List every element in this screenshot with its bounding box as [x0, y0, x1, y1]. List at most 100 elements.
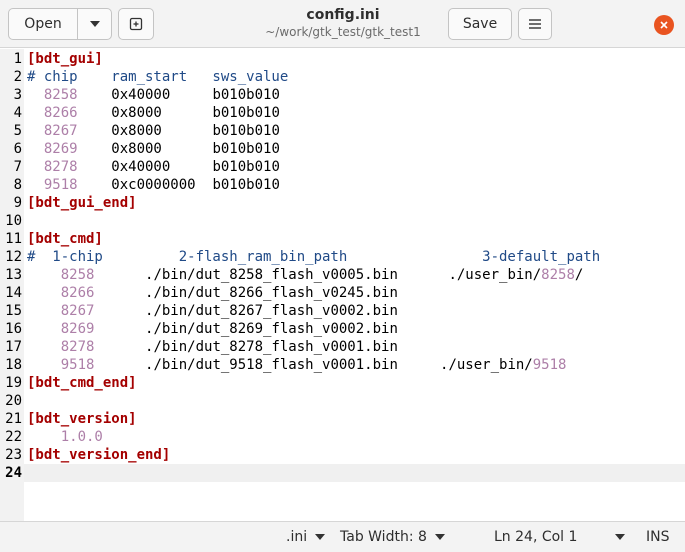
line-number: 20 [5, 393, 22, 409]
line-number: 1 [13, 51, 22, 67]
line-number: 24 [5, 465, 22, 481]
code-line[interactable]: 1.0.0 [27, 428, 103, 446]
code-line[interactable]: [bdt_gui_end] [27, 194, 137, 212]
line-number-gutter: 1 2 3 4 5 6 7 8 9 10 11 12 13 14 15 16 17 18 19 20 21 22 23 24 [0, 49, 24, 521]
code-line[interactable]: 8269 ./bin/dut_8269_flash_v0002.bin [27, 320, 398, 338]
new-tab-icon [129, 17, 143, 31]
code-line[interactable]: 8258 0x40000 b010b010 [27, 86, 280, 104]
line-number: 22 [5, 429, 22, 445]
number-text: 8266 [43, 105, 78, 121]
line-number: 23 [5, 447, 22, 463]
window-title: config.ini [306, 7, 380, 23]
number-text: 1.0.0 [60, 429, 103, 445]
menu-button[interactable] [518, 8, 552, 40]
close-icon [660, 21, 668, 29]
code-line[interactable]: [bdt_version] [27, 410, 137, 428]
new-tab-button[interactable] [118, 8, 154, 40]
code-text: ./bin/dut_8269_flash_v0002.bin [94, 321, 398, 337]
code-line[interactable]: 8269 0x8000 b010b010 [27, 140, 280, 158]
chevron-down-icon [615, 534, 626, 540]
code-line[interactable]: 8267 ./bin/dut_8267_flash_v0002.bin [27, 302, 398, 320]
code-text: ./bin/dut_8278_flash_v0001.bin [94, 339, 398, 355]
open-dropdown-button[interactable] [78, 21, 111, 27]
code-text: ./bin/dut_9518_flash_v0001.bin ./user_bi… [94, 357, 533, 373]
code-line[interactable]: 8266 0x8000 b010b010 [27, 104, 280, 122]
code-text: 0x8000 b010b010 [77, 105, 280, 121]
number-text: 8258 [541, 267, 575, 283]
section-header-text: [bdt_gui_end] [27, 195, 137, 211]
save-button[interactable]: Save [448, 8, 512, 40]
code-line[interactable]: # 1-chip 2-flash_ram_bin_path 3-default_… [27, 248, 600, 266]
code-line[interactable]: 8258 ./bin/dut_8258_flash_v0005.bin ./us… [27, 266, 584, 284]
line-number: 18 [5, 357, 22, 373]
code-line[interactable]: 8278 ./bin/dut_8278_flash_v0001.bin [27, 338, 398, 356]
code-line[interactable]: 9518 ./bin/dut_9518_flash_v0001.bin ./us… [27, 356, 567, 374]
insert-mode-indicator[interactable]: INS [646, 522, 670, 552]
line-number: 17 [5, 339, 22, 355]
code-text: 0xc0000000 b010b010 [77, 177, 280, 193]
header-bar: Open config.ini ~/work/gtk_test/gtk_test… [0, 0, 685, 48]
line-number: 6 [13, 141, 22, 157]
insert-mode-label: INS [646, 529, 670, 545]
status-bar: .ini Tab Width: 8 Ln 24, Col 1 INS [0, 521, 685, 552]
section-header-text: [bdt_cmd_end] [27, 375, 137, 391]
code-line[interactable]: [bdt_cmd_end] [27, 374, 137, 392]
tab-width-selector[interactable]: Tab Width: 8 [340, 522, 445, 552]
line-number: 10 [5, 213, 22, 229]
number-text: 8258 [43, 87, 78, 103]
line-number: 8 [13, 177, 22, 193]
number-text: 9518 [532, 357, 567, 373]
code-line[interactable]: 8266 ./bin/dut_8266_flash_v0245.bin [27, 284, 398, 302]
number-text: 8267 [60, 303, 95, 319]
number-text: 8278 [43, 159, 78, 175]
line-number: 11 [5, 231, 22, 247]
code-line[interactable]: 8267 0x8000 b010b010 [27, 122, 280, 140]
code-text: / [574, 267, 584, 283]
line-number: 14 [5, 285, 22, 301]
code-line[interactable]: [bdt_gui] [27, 50, 103, 68]
line-number: 4 [13, 105, 22, 121]
chevron-down-icon [89, 21, 100, 27]
text-editor[interactable]: 1 2 3 4 5 6 7 8 9 10 11 12 13 14 15 16 17 18 19 20 21 22 23 24 … [0, 49, 685, 521]
number-text: 8269 [43, 141, 78, 157]
cursor-position-label: Ln 24, Col 1 [494, 529, 578, 545]
language-selector[interactable]: .ini [286, 522, 326, 552]
number-text: 9518 [60, 357, 95, 373]
number-text: 8269 [60, 321, 95, 337]
line-number: 19 [5, 375, 22, 391]
code-text: 0x40000 b010b010 [77, 87, 280, 103]
section-header-text: [bdt_cmd] [27, 231, 103, 247]
number-text: 8258 [60, 267, 95, 283]
language-label: .ini [286, 529, 308, 545]
code-text: ./bin/dut_8266_flash_v0245.bin [94, 285, 398, 301]
code-line[interactable]: 9518 0xc0000000 b010b010 [27, 176, 280, 194]
current-line-highlight [24, 464, 685, 482]
section-header-text: [bdt_gui] [27, 51, 103, 67]
code-line[interactable]: 8278 0x40000 b010b010 [27, 158, 280, 176]
close-button[interactable] [654, 15, 674, 35]
code-line[interactable]: [bdt_version_end] [27, 446, 170, 464]
code-text: ./bin/dut_8258_flash_v0005.bin ./user_bi… [94, 267, 542, 283]
line-number: 3 [13, 87, 22, 103]
line-number: 9 [13, 195, 22, 211]
chevron-down-icon [315, 534, 326, 540]
code-text: ./bin/dut_8267_flash_v0002.bin [94, 303, 398, 319]
cursor-position-selector[interactable]: Ln 24, Col 1 [494, 522, 626, 552]
number-text: 8266 [60, 285, 95, 301]
section-header-text: [bdt_version] [27, 411, 137, 427]
line-number: 12 [5, 249, 22, 265]
hamburger-menu-icon [529, 19, 541, 29]
open-button[interactable]: Open [8, 8, 112, 40]
code-line[interactable]: [bdt_cmd] [27, 230, 103, 248]
code-line[interactable]: # chip ram_start sws_value [27, 68, 288, 86]
